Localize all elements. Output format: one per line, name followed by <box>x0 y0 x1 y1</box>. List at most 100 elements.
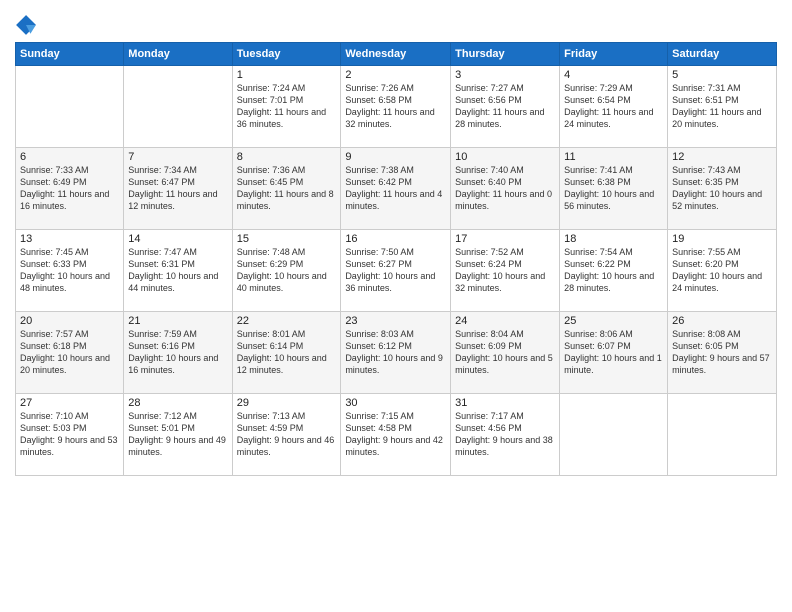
cell-day-number: 6 <box>20 151 119 163</box>
cell-info: Sunrise: 7:29 AM Sunset: 6:54 PM Dayligh… <box>564 82 663 131</box>
calendar-cell: 5Sunrise: 7:31 AM Sunset: 6:51 PM Daylig… <box>668 66 777 148</box>
cell-info: Sunrise: 8:04 AM Sunset: 6:09 PM Dayligh… <box>455 328 555 377</box>
cell-day-number: 14 <box>128 233 227 245</box>
cell-day-number: 21 <box>128 315 227 327</box>
cell-day-number: 10 <box>455 151 555 163</box>
page-header <box>15 10 777 36</box>
cell-info: Sunrise: 7:24 AM Sunset: 7:01 PM Dayligh… <box>237 82 337 131</box>
calendar-cell: 21Sunrise: 7:59 AM Sunset: 6:16 PM Dayli… <box>124 312 232 394</box>
calendar-cell: 31Sunrise: 7:17 AM Sunset: 4:56 PM Dayli… <box>451 394 560 476</box>
calendar-cell: 14Sunrise: 7:47 AM Sunset: 6:31 PM Dayli… <box>124 230 232 312</box>
cell-info: Sunrise: 7:52 AM Sunset: 6:24 PM Dayligh… <box>455 246 555 295</box>
cell-info: Sunrise: 7:43 AM Sunset: 6:35 PM Dayligh… <box>672 164 772 213</box>
cell-info: Sunrise: 7:50 AM Sunset: 6:27 PM Dayligh… <box>345 246 446 295</box>
cell-info: Sunrise: 7:57 AM Sunset: 6:18 PM Dayligh… <box>20 328 119 377</box>
cell-info: Sunrise: 7:59 AM Sunset: 6:16 PM Dayligh… <box>128 328 227 377</box>
calendar-cell: 27Sunrise: 7:10 AM Sunset: 5:03 PM Dayli… <box>16 394 124 476</box>
calendar-cell: 26Sunrise: 8:08 AM Sunset: 6:05 PM Dayli… <box>668 312 777 394</box>
calendar-cell: 1Sunrise: 7:24 AM Sunset: 7:01 PM Daylig… <box>232 66 341 148</box>
cell-info: Sunrise: 7:12 AM Sunset: 5:01 PM Dayligh… <box>128 410 227 459</box>
cell-day-number: 13 <box>20 233 119 245</box>
cell-info: Sunrise: 7:27 AM Sunset: 6:56 PM Dayligh… <box>455 82 555 131</box>
calendar-cell: 28Sunrise: 7:12 AM Sunset: 5:01 PM Dayli… <box>124 394 232 476</box>
calendar-cell: 25Sunrise: 8:06 AM Sunset: 6:07 PM Dayli… <box>560 312 668 394</box>
cell-day-number: 7 <box>128 151 227 163</box>
calendar-cell: 8Sunrise: 7:36 AM Sunset: 6:45 PM Daylig… <box>232 148 341 230</box>
calendar-header-row: SundayMondayTuesdayWednesdayThursdayFrid… <box>16 43 777 66</box>
cell-info: Sunrise: 8:01 AM Sunset: 6:14 PM Dayligh… <box>237 328 337 377</box>
cell-day-number: 27 <box>20 397 119 409</box>
cell-info: Sunrise: 7:38 AM Sunset: 6:42 PM Dayligh… <box>345 164 446 213</box>
calendar-cell: 7Sunrise: 7:34 AM Sunset: 6:47 PM Daylig… <box>124 148 232 230</box>
cell-day-number: 19 <box>672 233 772 245</box>
calendar-cell: 3Sunrise: 7:27 AM Sunset: 6:56 PM Daylig… <box>451 66 560 148</box>
calendar-cell <box>16 66 124 148</box>
cell-info: Sunrise: 7:17 AM Sunset: 4:56 PM Dayligh… <box>455 410 555 459</box>
cell-day-number: 24 <box>455 315 555 327</box>
cell-day-number: 31 <box>455 397 555 409</box>
cell-day-number: 25 <box>564 315 663 327</box>
logo <box>15 14 41 36</box>
calendar-cell: 23Sunrise: 8:03 AM Sunset: 6:12 PM Dayli… <box>341 312 451 394</box>
cell-day-number: 8 <box>237 151 337 163</box>
calendar-cell: 24Sunrise: 8:04 AM Sunset: 6:09 PM Dayli… <box>451 312 560 394</box>
cell-info: Sunrise: 7:13 AM Sunset: 4:59 PM Dayligh… <box>237 410 337 459</box>
cell-day-number: 29 <box>237 397 337 409</box>
calendar-cell <box>124 66 232 148</box>
cell-info: Sunrise: 7:41 AM Sunset: 6:38 PM Dayligh… <box>564 164 663 213</box>
cell-info: Sunrise: 8:03 AM Sunset: 6:12 PM Dayligh… <box>345 328 446 377</box>
calendar-cell: 30Sunrise: 7:15 AM Sunset: 4:58 PM Dayli… <box>341 394 451 476</box>
calendar-week-1: 1Sunrise: 7:24 AM Sunset: 7:01 PM Daylig… <box>16 66 777 148</box>
cell-day-number: 15 <box>237 233 337 245</box>
cell-day-number: 12 <box>672 151 772 163</box>
calendar-cell: 10Sunrise: 7:40 AM Sunset: 6:40 PM Dayli… <box>451 148 560 230</box>
cell-info: Sunrise: 7:40 AM Sunset: 6:40 PM Dayligh… <box>455 164 555 213</box>
calendar-cell: 2Sunrise: 7:26 AM Sunset: 6:58 PM Daylig… <box>341 66 451 148</box>
day-header-friday: Friday <box>560 43 668 66</box>
cell-day-number: 2 <box>345 69 446 81</box>
calendar-cell: 16Sunrise: 7:50 AM Sunset: 6:27 PM Dayli… <box>341 230 451 312</box>
cell-day-number: 4 <box>564 69 663 81</box>
cell-day-number: 18 <box>564 233 663 245</box>
day-header-thursday: Thursday <box>451 43 560 66</box>
cell-info: Sunrise: 7:47 AM Sunset: 6:31 PM Dayligh… <box>128 246 227 295</box>
calendar-week-5: 27Sunrise: 7:10 AM Sunset: 5:03 PM Dayli… <box>16 394 777 476</box>
cell-day-number: 30 <box>345 397 446 409</box>
calendar-table: SundayMondayTuesdayWednesdayThursdayFrid… <box>15 42 777 476</box>
calendar-week-4: 20Sunrise: 7:57 AM Sunset: 6:18 PM Dayli… <box>16 312 777 394</box>
day-header-wednesday: Wednesday <box>341 43 451 66</box>
logo-icon <box>15 14 37 36</box>
cell-info: Sunrise: 7:36 AM Sunset: 6:45 PM Dayligh… <box>237 164 337 213</box>
cell-info: Sunrise: 8:08 AM Sunset: 6:05 PM Dayligh… <box>672 328 772 377</box>
calendar-cell: 15Sunrise: 7:48 AM Sunset: 6:29 PM Dayli… <box>232 230 341 312</box>
calendar-cell: 6Sunrise: 7:33 AM Sunset: 6:49 PM Daylig… <box>16 148 124 230</box>
cell-day-number: 5 <box>672 69 772 81</box>
cell-day-number: 11 <box>564 151 663 163</box>
cell-day-number: 22 <box>237 315 337 327</box>
cell-info: Sunrise: 7:55 AM Sunset: 6:20 PM Dayligh… <box>672 246 772 295</box>
calendar-week-2: 6Sunrise: 7:33 AM Sunset: 6:49 PM Daylig… <box>16 148 777 230</box>
calendar-cell: 22Sunrise: 8:01 AM Sunset: 6:14 PM Dayli… <box>232 312 341 394</box>
calendar-cell <box>560 394 668 476</box>
calendar-cell: 11Sunrise: 7:41 AM Sunset: 6:38 PM Dayli… <box>560 148 668 230</box>
cell-day-number: 1 <box>237 69 337 81</box>
cell-day-number: 23 <box>345 315 446 327</box>
calendar-cell: 29Sunrise: 7:13 AM Sunset: 4:59 PM Dayli… <box>232 394 341 476</box>
cell-info: Sunrise: 7:15 AM Sunset: 4:58 PM Dayligh… <box>345 410 446 459</box>
cell-info: Sunrise: 7:48 AM Sunset: 6:29 PM Dayligh… <box>237 246 337 295</box>
calendar-week-3: 13Sunrise: 7:45 AM Sunset: 6:33 PM Dayli… <box>16 230 777 312</box>
day-header-tuesday: Tuesday <box>232 43 341 66</box>
cell-info: Sunrise: 7:10 AM Sunset: 5:03 PM Dayligh… <box>20 410 119 459</box>
cell-info: Sunrise: 7:34 AM Sunset: 6:47 PM Dayligh… <box>128 164 227 213</box>
cell-info: Sunrise: 7:45 AM Sunset: 6:33 PM Dayligh… <box>20 246 119 295</box>
calendar-cell: 18Sunrise: 7:54 AM Sunset: 6:22 PM Dayli… <box>560 230 668 312</box>
cell-info: Sunrise: 7:33 AM Sunset: 6:49 PM Dayligh… <box>20 164 119 213</box>
day-header-sunday: Sunday <box>16 43 124 66</box>
cell-info: Sunrise: 7:26 AM Sunset: 6:58 PM Dayligh… <box>345 82 446 131</box>
calendar-cell: 12Sunrise: 7:43 AM Sunset: 6:35 PM Dayli… <box>668 148 777 230</box>
cell-day-number: 28 <box>128 397 227 409</box>
calendar-cell: 4Sunrise: 7:29 AM Sunset: 6:54 PM Daylig… <box>560 66 668 148</box>
day-header-monday: Monday <box>124 43 232 66</box>
cell-day-number: 16 <box>345 233 446 245</box>
cell-day-number: 9 <box>345 151 446 163</box>
